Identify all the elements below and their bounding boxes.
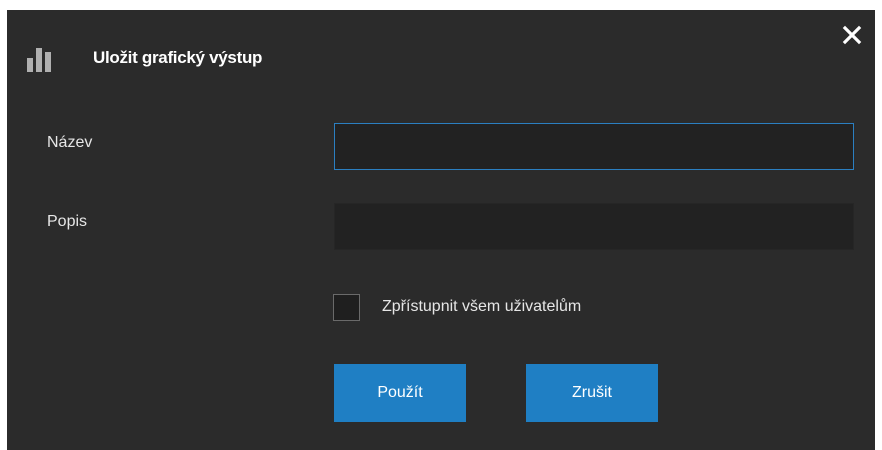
apply-button[interactable]: Použít: [334, 364, 466, 422]
cancel-button[interactable]: Zrušit: [526, 364, 658, 422]
dialog-titlebar: Uložit grafický výstup: [7, 10, 875, 90]
description-input[interactable]: [334, 203, 854, 250]
name-label: Název: [47, 134, 93, 151]
name-input[interactable]: [334, 123, 854, 170]
share-with-all-users-checkbox[interactable]: [333, 293, 360, 321]
save-graphic-output-dialog: Uložit grafický výstup Název Popis Zpřís…: [7, 10, 875, 450]
description-label: Popis: [47, 213, 88, 230]
share-with-all-users-label: Zpřístupnit všem uživatelům: [382, 298, 582, 315]
share-with-all-users-row[interactable]: Zpřístupnit všem uživatelům: [333, 292, 581, 322]
close-icon[interactable]: [841, 24, 863, 46]
dialog-title: Uložit grafický výstup: [93, 48, 263, 67]
bar-chart-icon: [27, 46, 63, 72]
